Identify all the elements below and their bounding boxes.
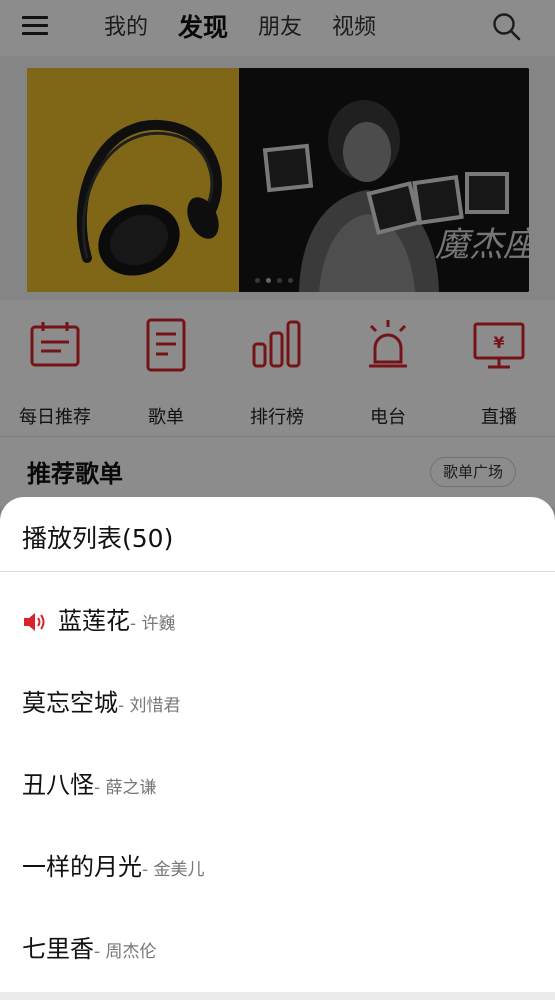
play-queue-sheet: 播放列表(50) 蓝莲花- 许巍 莫忘空城- 刘惜君 丑八怪- 薛之谦 一样的月… [0,497,555,1000]
song-artist: - 刘惜君 [118,696,181,716]
song-name: 七里香 [22,935,94,963]
song-name: 蓝莲花 [58,607,130,635]
song-name: 莫忘空城 [22,689,118,717]
song-item[interactable]: 七里香- 周杰伦 [0,907,555,989]
song-title-line: 丑八怪- 薛之谦 [22,770,157,803]
song-title-line: 莫忘空城- 刘惜君 [22,688,181,721]
song-title-line: 七里香- 周杰伦 [22,934,157,967]
song-artist: - 周杰伦 [94,942,157,962]
song-name: 丑八怪 [22,771,94,799]
song-item[interactable]: 莫忘空城- 刘惜君 [0,661,555,743]
song-title-line: 一样的月光- 金美儿 [22,852,205,885]
song-name: 一样的月光 [22,853,142,881]
sheet-bottom-edge [0,992,555,1000]
play-queue-title: 播放列表(50) [22,524,174,553]
song-artist: - 许巍 [130,614,176,634]
song-artist: - 薛之谦 [94,778,157,798]
song-title-line: 蓝莲花- 许巍 [58,606,176,639]
song-item[interactable]: 一样的月光- 金美儿 [0,825,555,907]
song-item[interactable]: 蓝莲花- 许巍 [0,579,555,661]
song-artist: - 金美儿 [142,860,205,880]
now-playing-speaker-icon [24,613,45,631]
song-item[interactable]: 丑八怪- 薛之谦 [0,743,555,825]
play-queue-header: 播放列表(50) [0,497,555,572]
